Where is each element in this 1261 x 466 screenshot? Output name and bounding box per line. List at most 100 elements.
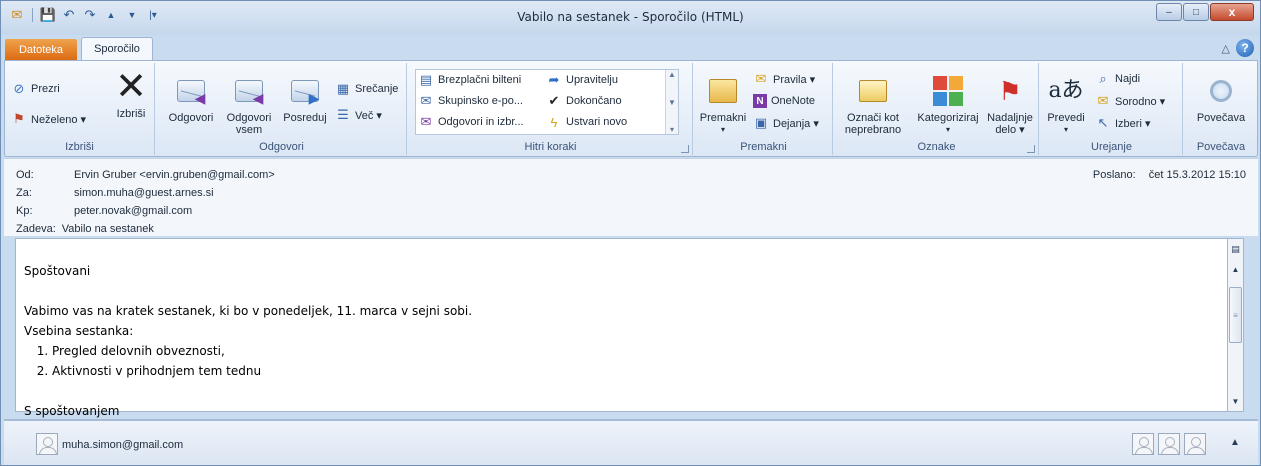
ignore-icon: ⊘ [13, 81, 25, 96]
recipient-avatar[interactable] [1132, 433, 1154, 455]
scroll-up-arrow-icon[interactable]: ▲ [1230, 263, 1241, 275]
quickstep-item[interactable]: ϟ Ustvari novo [546, 112, 628, 132]
reply-all-button[interactable]: ◀ Odgovori vsem [221, 73, 277, 136]
sent-info: Poslano: čet 15.3.2012 15:10 [1083, 169, 1246, 181]
quickstep-label: Odgovori in izbr... [438, 116, 524, 128]
to-value[interactable]: simon.muha@guest.arnes.si [74, 187, 214, 199]
subject-row: Zadeva: Vabilo na sestanek [16, 223, 154, 235]
group-label-move: Premakni [740, 141, 787, 153]
tab-file[interactable]: Datoteka [5, 39, 77, 60]
to-label: Za: [16, 187, 32, 199]
find-button[interactable]: ⌕ Najdi [1095, 69, 1140, 89]
expand-people-pane-icon[interactable]: ▲ [1230, 437, 1240, 448]
translate-label: Prevedi [1047, 112, 1085, 124]
group-tags: Označi kot neprebrano Kategoriziraj ▾ ⚑ [835, 63, 1039, 155]
contact-name[interactable]: muha.simon@gmail.com [62, 439, 183, 451]
expand-gallery-icon[interactable]: ▾ [670, 125, 674, 134]
more-respond-button[interactable]: ☰ Več ▾ [335, 105, 382, 125]
agenda-item: Aktivnosti v prihodnjem tem tednu [52, 361, 472, 381]
translate-button[interactable]: aあ Prevedi ▾ [1045, 73, 1087, 136]
from-value[interactable]: Ervin Gruber <ervin.gruben@gmail.com> [74, 169, 275, 181]
checkmark-icon: ✔ [548, 93, 560, 108]
message-body[interactable]: Spoštovani Vabimo vas na kratek sestanek… [15, 238, 1241, 418]
tab-message[interactable]: Sporočilo [81, 37, 153, 60]
quick-steps-launcher-icon[interactable] [681, 145, 689, 153]
mark-unread-label-1: Označi kot [847, 112, 899, 124]
cc-value[interactable]: peter.novak@gmail.com [74, 205, 192, 217]
rules-icon: ✉ [755, 71, 767, 86]
select-button[interactable]: ↖ Izberi ▾ [1095, 113, 1151, 133]
recipient-avatar[interactable] [1184, 433, 1206, 455]
scroll-down-icon[interactable]: ▼ [668, 98, 676, 107]
binoculars-icon: ⌕ [1099, 71, 1107, 86]
subject-label: Zadeva: [16, 223, 56, 235]
mark-unread-icon [855, 73, 891, 109]
minimize-button[interactable]: – [1156, 3, 1182, 21]
quick-steps-scroll[interactable]: ▲ ▼ ▾ [665, 70, 678, 134]
calendar-icon: ▦ [336, 81, 350, 96]
scroll-thumb[interactable]: ≡ [1229, 287, 1242, 343]
move-button[interactable]: Premakni ▾ [699, 73, 747, 136]
contact-avatar[interactable] [36, 433, 58, 455]
actions-button[interactable]: ▣ Dejanja ▾ [753, 113, 819, 133]
view-toggle-icon[interactable]: ▤ [1230, 243, 1241, 255]
translate-icon: aあ [1048, 78, 1084, 103]
more-respond-label: Več ▾ [355, 109, 382, 122]
cc-label: Kp: [16, 205, 33, 217]
quickstep-item[interactable]: ✉ Skupinsko e-po... [418, 91, 523, 111]
subject-value: Vabilo na sestanek [61, 223, 154, 235]
reply-label: Odgovori [168, 112, 214, 124]
move-folder-icon [705, 73, 741, 109]
quickstep-item[interactable]: ✔ Dokončano [546, 91, 622, 111]
junk-icon: ⚑ [13, 111, 25, 126]
close-button[interactable]: x [1210, 3, 1254, 21]
junk-button[interactable]: ⚑ Neželeno ▾ [11, 109, 86, 129]
zoom-button[interactable]: Povečava [1191, 73, 1251, 124]
quick-steps-gallery: ▤ Brezplačni bilteni ➦ Upravitelju ✉ Sku… [415, 69, 679, 135]
scroll-down-arrow-icon[interactable]: ▼ [1230, 395, 1241, 407]
move-label: Premakni [699, 112, 747, 124]
ignore-button[interactable]: ⊘ Prezri [11, 79, 60, 99]
help-icon[interactable]: ? [1236, 39, 1254, 57]
collapse-ribbon-icon[interactable]: △ [1222, 42, 1230, 55]
categorize-arrow: ▾ [945, 125, 950, 134]
onenote-label: OneNote [771, 95, 816, 107]
categorize-button[interactable]: Kategoriziraj ▾ [911, 73, 985, 136]
newsletter-icon: ▤ [419, 72, 433, 87]
recipient-avatar[interactable] [1158, 433, 1180, 455]
meeting-button[interactable]: ▦ Srečanje [335, 79, 399, 99]
related-button[interactable]: ✉ Sorodno ▾ [1095, 91, 1166, 111]
maximize-button[interactable]: □ [1183, 3, 1209, 21]
follow-up-button[interactable]: ⚑ Nadaljnje delo ▾ [985, 73, 1035, 136]
message-text: Spoštovani Vabimo vas na kratek sestanek… [24, 261, 472, 421]
scroll-up-icon[interactable]: ▲ [668, 70, 676, 79]
group-label-respond: Odgovori [259, 141, 304, 153]
agenda-item: Pregled delovnih obveznosti, [52, 341, 472, 361]
rules-label: Pravila ▾ [773, 73, 816, 86]
tags-launcher-icon[interactable] [1027, 145, 1035, 153]
mark-unread-label-2: neprebrano [844, 124, 902, 136]
from-label: Od: [16, 169, 34, 181]
rules-button[interactable]: ✉ Pravila ▾ [753, 69, 816, 89]
categorize-icon [930, 73, 966, 109]
reply-all-label-2: vsem [235, 124, 263, 136]
onenote-button[interactable]: N OneNote [753, 91, 815, 111]
quickstep-item[interactable]: ▤ Brezplačni bilteni [418, 70, 521, 90]
forward-label: Posreduj [283, 112, 327, 124]
reply-delete-icon: ✉ [420, 114, 432, 129]
tab-right-controls: △ ? [1222, 39, 1254, 57]
quickstep-item[interactable]: ➦ Upravitelju [546, 70, 618, 90]
mark-unread-button[interactable]: Označi kot neprebrano [839, 73, 907, 136]
forward-button[interactable]: ▶ Posreduj [279, 73, 331, 124]
delete-icon: ✕ [115, 66, 147, 108]
categorize-label: Kategoriziraj [917, 112, 979, 124]
body-scrollbar[interactable]: ▤ ▲ ≡ ▼ [1227, 238, 1244, 412]
quickstep-item[interactable]: ✉ Odgovori in izbr... [418, 112, 524, 132]
window-title: Vabilo na sestanek - Sporočilo (HTML) [517, 10, 744, 24]
reply-button[interactable]: ◀ Odgovori [165, 73, 217, 124]
ribbon-tabs: Datoteka Sporočilo △ ? [1, 35, 1260, 60]
delete-button[interactable]: ✕ Izbriši [113, 66, 149, 120]
quickstep-label: Dokončano [566, 95, 622, 107]
